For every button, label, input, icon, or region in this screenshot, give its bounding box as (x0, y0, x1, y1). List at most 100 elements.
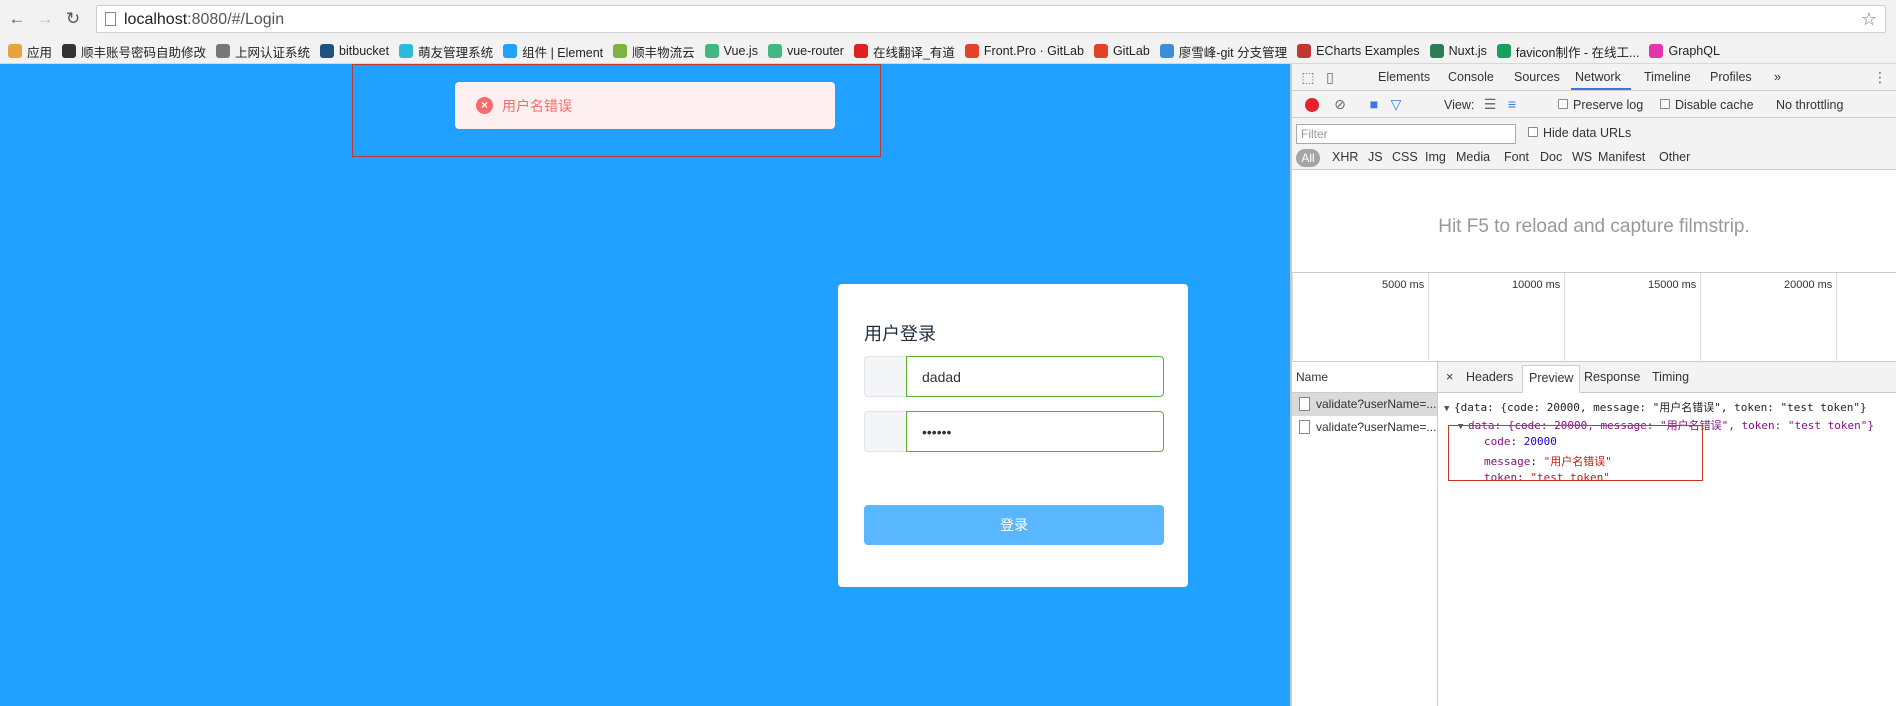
bookmark-label: Nuxt.js (1448, 44, 1487, 58)
bookmark-item[interactable]: 上网认证系统 (216, 38, 311, 63)
bookmark-item[interactable]: 顺丰物流云 (613, 38, 695, 63)
name-column-header[interactable]: Name (1292, 362, 1437, 393)
timeline-tick-label: 10000 ms (1512, 279, 1561, 291)
forward-arrow-icon[interactable]: → (34, 8, 56, 30)
capture-screenshots-icon[interactable]: ■ (1366, 96, 1382, 112)
bookmark-item[interactable]: 在线翻译_有道 (853, 38, 955, 63)
timeline-gridline (1428, 273, 1429, 363)
bookmark-label: favicon制作 - 在线工... (1515, 45, 1640, 60)
tab-timeline[interactable]: Timeline (1644, 70, 1691, 84)
bookmark-item[interactable]: 组件 | Element (503, 38, 603, 63)
login-button[interactable]: 登录 (864, 505, 1164, 545)
bookmark-item[interactable]: favicon制作 - 在线工... (1496, 38, 1640, 63)
view-label: View: (1444, 98, 1475, 112)
throttling-select[interactable]: No throttling (1776, 98, 1843, 112)
tab-response[interactable]: Response (1584, 370, 1640, 384)
bookmark-label: bitbucket (339, 44, 390, 58)
request-row[interactable]: validate?userName=... (1292, 416, 1437, 439)
bookmark-label: vue-router (786, 44, 844, 58)
type-font[interactable]: Font (1504, 150, 1529, 164)
type-doc[interactable]: Doc (1540, 150, 1562, 164)
device-mode-icon[interactable]: ▯ (1322, 69, 1338, 85)
network-toolbar: ⊘ ■ ▽ View: ☰ ≡ Preserve log Disable cac… (1292, 91, 1896, 118)
bookmark-item[interactable]: 廖雪峰-git 分支管理 (1159, 38, 1287, 63)
timeline-gridline (1836, 273, 1837, 363)
bookmark-item[interactable]: 应用 (8, 38, 52, 63)
filter-icon[interactable]: ▽ (1388, 96, 1404, 112)
bookmark-item[interactable]: 顺丰账号密码自助修改 (62, 38, 207, 63)
bookmark-item[interactable]: Front.Pro · GitLab (964, 38, 1084, 63)
type-img[interactable]: Img (1425, 150, 1446, 164)
hide-data-urls-checkbox[interactable] (1528, 127, 1538, 137)
disable-cache-label: Disable cache (1675, 98, 1754, 112)
list-view-icon[interactable]: ☰ (1482, 96, 1498, 112)
network-filterbar: Filter Hide data URLs (1292, 118, 1896, 146)
detail-tabbar: × Headers Preview Response Timing (1438, 362, 1896, 393)
bookmark-item[interactable]: 萌友管理系统 (399, 38, 494, 63)
bookmarks-bar: 应用 顺丰账号密码自助修改 上网认证系统 bitbucket 萌友管理系统 组件 | El… (0, 38, 1896, 64)
sf-cloud-icon (613, 44, 628, 58)
echarts-icon (1297, 44, 1312, 58)
password-field (864, 411, 1164, 452)
type-js[interactable]: JS (1368, 150, 1383, 164)
bookmark-label: 上网认证系统 (235, 45, 311, 60)
tab-console[interactable]: Console (1448, 70, 1494, 84)
back-arrow-icon[interactable]: ← (6, 8, 28, 30)
bookmark-label: 在线翻译_有道 (872, 45, 955, 60)
vue-icon (767, 44, 782, 58)
gitlab-icon (1093, 44, 1108, 58)
element-icon (503, 44, 518, 58)
preserve-log-checkbox[interactable] (1558, 99, 1568, 109)
reload-icon[interactable]: ↻ (62, 8, 84, 30)
waterfall-view-icon[interactable]: ≡ (1504, 96, 1520, 112)
devtools-panel: ⬚ ▯ Elements Console Sources Network Tim… (1290, 64, 1896, 706)
disable-cache-checkbox[interactable] (1660, 99, 1670, 109)
bookmark-star-icon[interactable]: ☆ (1861, 9, 1877, 30)
record-icon[interactable] (1305, 98, 1319, 112)
timeline-gridline (1564, 273, 1565, 363)
type-xhr[interactable]: XHR (1332, 150, 1358, 164)
username-input[interactable] (906, 356, 1164, 397)
type-all[interactable]: All (1296, 149, 1320, 167)
bookmark-label: 萌友管理系统 (418, 45, 494, 60)
tab-network[interactable]: Network (1575, 70, 1621, 84)
json-root-line[interactable]: ▼ {data: {code: 20000, message: "用户名错误", … (1444, 399, 1867, 415)
type-ws[interactable]: WS (1572, 150, 1592, 164)
more-tabs-icon[interactable]: » (1774, 70, 1781, 84)
timeline-tick-label: 20000 ms (1784, 279, 1833, 291)
close-detail-icon[interactable]: × (1446, 370, 1453, 384)
bookmark-item[interactable]: GraphQL (1649, 38, 1720, 63)
clear-icon[interactable]: ⊘ (1332, 96, 1348, 112)
type-manifest[interactable]: Manifest (1598, 150, 1645, 164)
page-icon (105, 12, 116, 26)
filter-input[interactable]: Filter (1296, 124, 1516, 144)
type-css[interactable]: CSS (1392, 150, 1418, 164)
bookmark-item[interactable]: vue-router (767, 38, 844, 63)
type-other[interactable]: Other (1659, 150, 1690, 164)
inspect-element-icon[interactable]: ⬚ (1300, 69, 1316, 85)
bookmark-item[interactable]: Nuxt.js (1429, 38, 1487, 63)
tab-timing[interactable]: Timing (1652, 370, 1689, 384)
active-tab-indicator (1571, 88, 1631, 90)
bookmark-item[interactable]: ECharts Examples (1297, 38, 1420, 63)
bookmark-label: 顺丰账号密码自助修改 (81, 45, 207, 60)
request-name: validate?userName=... (1316, 420, 1437, 434)
type-media[interactable]: Media (1456, 150, 1490, 164)
tab-elements[interactable]: Elements (1378, 70, 1430, 84)
bookmark-item[interactable]: bitbucket (320, 38, 390, 63)
devtools-menu-icon[interactable]: ⋮ (1872, 69, 1888, 85)
bookmark-item[interactable]: GitLab (1093, 38, 1150, 63)
tab-preview[interactable]: Preview (1522, 365, 1581, 393)
bookmark-item[interactable]: Vue.js (704, 38, 758, 63)
tab-profiles[interactable]: Profiles (1710, 70, 1752, 84)
tab-sources[interactable]: Sources (1514, 70, 1560, 84)
timeline-tick-label: 5000 ms (1382, 279, 1425, 291)
password-input[interactable] (906, 411, 1164, 452)
timeline-gridline (1700, 273, 1701, 363)
vue-icon (704, 44, 719, 58)
address-bar[interactable]: localhost:8080/#/Login ☆ (96, 5, 1886, 33)
expand-triangle-icon: ▼ (1444, 404, 1450, 414)
error-circle-icon: × (476, 97, 493, 114)
tab-headers[interactable]: Headers (1466, 370, 1513, 384)
request-row[interactable]: validate?userName=... (1292, 393, 1437, 416)
